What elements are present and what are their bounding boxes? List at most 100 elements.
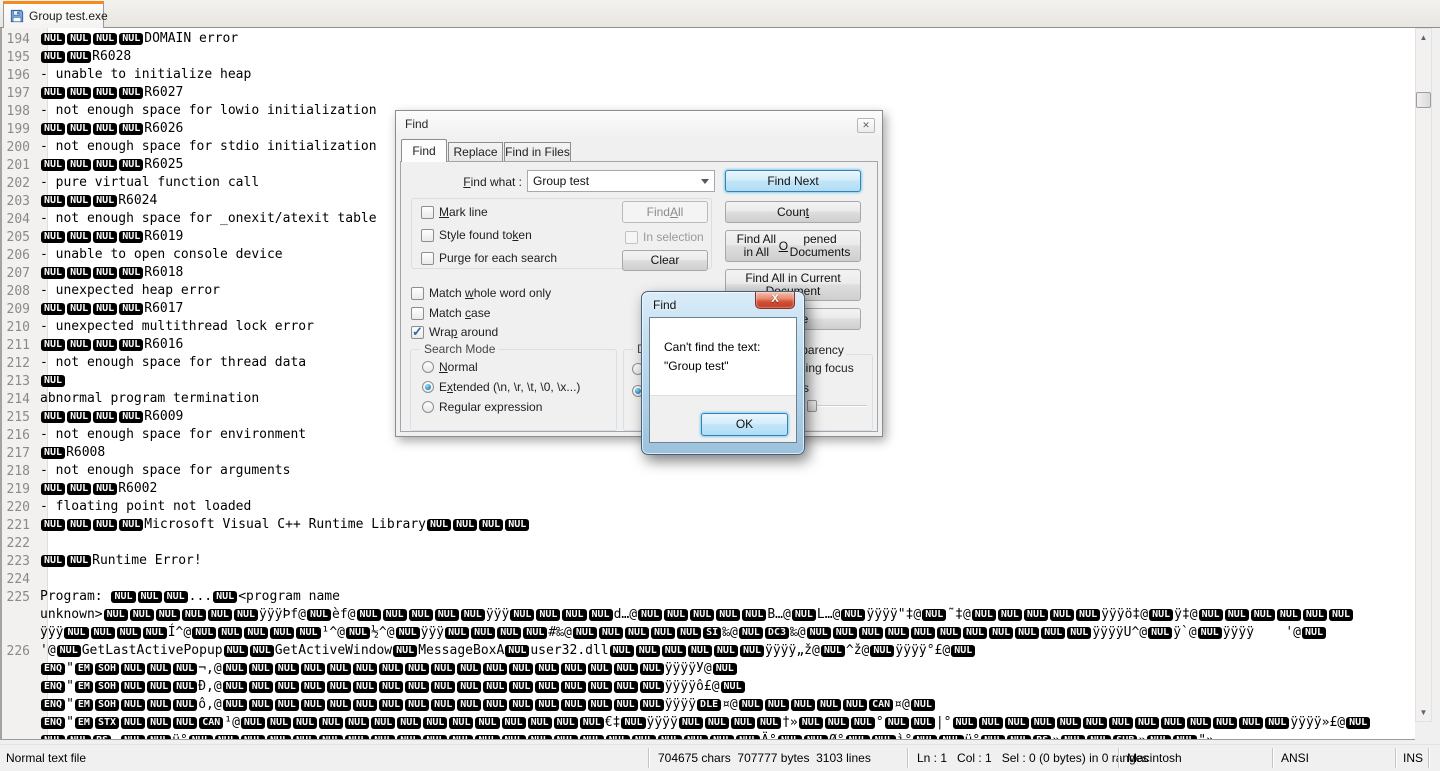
control-char-badge: NUL [911, 627, 935, 639]
editor-row[interactable]: NULNULRS¸NULNULü°NULNULNULNULNULNULNULNU… [2, 732, 1371, 740]
search-mode-normal-radio[interactable]: Normal [422, 360, 478, 374]
control-char-badge: ENQ [41, 699, 65, 711]
editor-text: - unable to open console device [40, 246, 283, 264]
control-char-badge: NUL [121, 663, 145, 675]
scrollbar-thumb[interactable] [1416, 92, 1431, 108]
scroll-down-arrow-icon[interactable]: ▼ [1416, 704, 1431, 721]
vertical-scrollbar[interactable]: ▲ ▼ [1415, 28, 1432, 722]
control-char-badge: NUL [67, 33, 91, 45]
search-mode-regex-radio[interactable]: Regular expression [422, 400, 542, 414]
control-char-badge: NUL [688, 645, 712, 657]
line-number: 216 [2, 428, 40, 443]
transparency-slider-track[interactable] [817, 405, 867, 407]
editor-row[interactable]: ENQ"EMSTXNULNULNULCAN¹@NULNULNULNULNULNU… [2, 714, 1371, 732]
control-char-badge: NUL [588, 681, 612, 693]
status-insert-mode[interactable]: INS [1403, 751, 1423, 765]
message-box-close-icon[interactable]: X [755, 292, 795, 309]
radio-icon[interactable] [422, 361, 434, 373]
tab-find-in-files[interactable]: Find in Files [504, 142, 571, 162]
count-button[interactable]: Count [725, 201, 861, 223]
control-char-badge: NUL [147, 735, 171, 740]
tab-replace[interactable]: Replace [448, 142, 503, 162]
match-case-checkbox[interactable]: Match case [411, 306, 490, 320]
editor-row[interactable]: 222 [2, 534, 1371, 552]
control-char-badge: NUL [981, 735, 1005, 740]
control-char-badge: NUL [223, 699, 247, 711]
editor-row[interactable]: 221NULNULNULNULMicrosoft Visual C++ Runt… [2, 516, 1371, 534]
radio-selected-icon[interactable] [422, 381, 434, 393]
search-mode-extended-radio[interactable]: Extended (\n, \r, \t, \0, \x...) [422, 380, 580, 394]
control-char-badge: NUL [41, 195, 65, 207]
ok-button[interactable]: OK [701, 413, 788, 436]
line-number: 212 [2, 356, 40, 371]
control-char-badge: NUL [41, 447, 65, 459]
find-what-combobox[interactable]: Group test [527, 170, 715, 192]
chevron-down-icon[interactable] [701, 179, 709, 184]
checkbox-icon[interactable] [411, 307, 424, 320]
scroll-up-arrow-icon[interactable]: ▲ [1416, 29, 1431, 46]
control-char-badge: NUL [93, 87, 117, 99]
control-char-badge: NUL [713, 663, 737, 675]
editor-row[interactable]: ENQ"EMSOHNULNULNUL¬,@NULNULNULNULNULNULN… [2, 660, 1371, 678]
control-char-badge: ENQ [41, 717, 65, 729]
editor-text: NULNULNULNULR6018 [40, 264, 183, 282]
purge-checkbox[interactable]: Purge for each search [421, 251, 557, 265]
checkbox-checked-icon[interactable] [411, 326, 424, 339]
find-all-opened-button[interactable]: Find All in All Opened Documents [725, 230, 861, 262]
control-char-badge: NUL [963, 627, 987, 639]
control-char-badge: NUL [91, 627, 115, 639]
control-char-badge: NUL [872, 735, 896, 740]
editor-row[interactable]: 194NULNULNULNULDOMAIN error [2, 30, 1371, 48]
editor-row[interactable]: ENQ"EMSOHNULNULNULÐ,@NULNULNULNULNULNULN… [2, 678, 1371, 696]
editor-row[interactable]: ENQ"EMSOHNULNULNULô,@NULNULNULNULNULNULN… [2, 696, 1371, 714]
control-char-badge: NUL [536, 609, 560, 621]
control-char-badge: NUL [471, 627, 495, 639]
editor-row[interactable]: 224 [2, 570, 1371, 588]
control-char-badge: NUL [119, 411, 143, 423]
find-dialog-titlebar[interactable]: Find ✕ [396, 111, 882, 137]
control-char-badge: NUL [270, 627, 294, 639]
search-mode-group: Search Mode Normal Extended (\n, \r, \t,… [410, 349, 617, 431]
editor-row[interactable]: 220- floating point not loaded [2, 498, 1371, 516]
mark-line-checkbox[interactable]: Mark line [421, 205, 488, 219]
match-whole-word-checkbox[interactable]: Match whole word only [411, 286, 551, 300]
editor-row[interactable]: ÿÿÿNULNULNULNULÍ^@NULNULNULNULNUL¹^@NUL½… [2, 624, 1371, 642]
find-dialog-close-icon[interactable]: ✕ [857, 118, 875, 133]
control-char-badge: NUL [130, 609, 154, 621]
find-next-button[interactable]: Find Next [725, 170, 861, 192]
clear-button[interactable]: Clear [622, 250, 708, 271]
editor-row[interactable]: 225Program: NULNULNUL...NUL<program name [2, 588, 1371, 606]
editor-row[interactable]: 218- not enough space for arguments [2, 462, 1371, 480]
control-char-badge: NUL [345, 735, 369, 740]
editor-row[interactable]: 223NULNULRuntime Error! [2, 552, 1371, 570]
control-char-badge: NUL [1015, 627, 1039, 639]
transparency-slider-handle[interactable] [807, 400, 817, 412]
line-number: 222 [2, 536, 40, 551]
checkbox-icon[interactable] [421, 229, 434, 242]
editor-row[interactable]: unknown>NULNULNULNULNULNULÿÿÿÞf@NULèf@NU… [2, 606, 1371, 624]
checkbox-icon[interactable] [411, 287, 424, 300]
editor-row[interactable]: 196- unable to initialize heap [2, 66, 1371, 84]
control-char-badge: RS [93, 735, 111, 740]
line-number: 220 [2, 500, 40, 515]
control-char-badge: NUL [41, 735, 65, 740]
control-char-badge: NUL [679, 717, 703, 729]
checkbox-icon[interactable] [421, 252, 434, 265]
wrap-around-checkbox[interactable]: Wrap around [411, 325, 498, 339]
document-tab[interactable]: Group test.exe [3, 1, 104, 28]
editor-row[interactable]: 195NULNULR6028 [2, 48, 1371, 66]
control-char-badge: NUL [67, 195, 91, 207]
editor-text: ENQ"EMSOHNULNULNUL¬,@NULNULNULNULNULNULN… [40, 660, 738, 678]
editor-row[interactable]: 219NULNULNULR6002 [2, 480, 1371, 498]
control-char-badge: NUL [67, 519, 91, 531]
tab-find[interactable]: Find [401, 139, 447, 162]
checkbox-icon[interactable] [421, 206, 434, 219]
control-char-badge: NUL [41, 33, 65, 45]
editor-row[interactable]: 226'@NULGetLastActivePopupNULNULGetActiv… [2, 642, 1371, 660]
editor-row[interactable]: 197NULNULNULNULR6027 [2, 84, 1371, 102]
style-found-token-checkbox[interactable]: Style found token [421, 228, 532, 242]
control-char-badge: RS [1033, 735, 1051, 740]
control-char-badge: NUL [457, 663, 481, 675]
purge-label: Purge for each search [439, 251, 557, 265]
radio-icon[interactable] [422, 401, 434, 413]
